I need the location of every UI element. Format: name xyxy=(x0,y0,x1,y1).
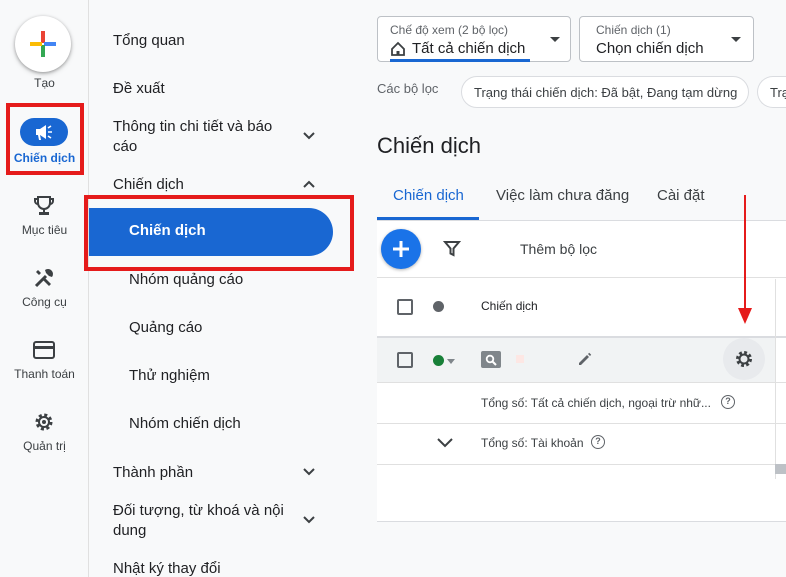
help-icon[interactable]: ? xyxy=(721,395,735,409)
scrollbar-thumb[interactable] xyxy=(775,464,786,474)
nav-recommendations[interactable]: Đề xuất xyxy=(113,79,165,99)
main-content: Chế độ xem (2 bộ lọc) Tất cả chiến dịch … xyxy=(359,0,786,577)
nav-experiments[interactable]: Thử nghiệm xyxy=(129,367,210,384)
trophy-icon xyxy=(32,194,56,218)
gear-icon xyxy=(32,410,56,434)
column-header-campaign[interactable]: Chiến dịch xyxy=(481,299,538,313)
plus-icon xyxy=(393,241,409,257)
rail-label-goals: Mục tiêu xyxy=(21,223,68,237)
rail-item-tools[interactable]: Công cụ xyxy=(0,260,89,322)
rail-label-admin: Quản trị xyxy=(23,439,66,453)
nav-change-history[interactable]: Nhật ký thay đổi xyxy=(113,559,221,577)
chevron-down-icon[interactable] xyxy=(301,464,317,480)
rail-label-billing: Thanh toán xyxy=(14,367,75,381)
plus-colored-icon xyxy=(30,31,56,57)
campaign-table: Thêm bộ lọc Chiến dịch Tổng số: Tất cả c… xyxy=(377,220,786,522)
nav-campaigns-group[interactable]: Chiến dịch xyxy=(113,175,184,195)
campaign-settings-button[interactable] xyxy=(723,338,765,380)
status-enabled-dot[interactable] xyxy=(433,355,444,366)
home-icon xyxy=(391,41,405,56)
divider xyxy=(377,277,786,278)
add-filter-link[interactable]: Thêm bộ lọc xyxy=(520,241,597,257)
filter-chip-more[interactable]: Trạ xyxy=(757,76,786,108)
left-rail: Tạo Chiến dịch Mục tiêu Công cụ Thanh to… xyxy=(0,0,89,577)
view-mode-underline xyxy=(390,59,530,62)
rail-item-admin[interactable]: Quản trị xyxy=(0,404,89,466)
row-checkbox[interactable] xyxy=(397,352,413,368)
divider xyxy=(377,382,786,383)
chevron-up-icon[interactable] xyxy=(301,176,317,192)
total-all-campaigns: Tổng số: Tất cả chiến dịch, ngoại trừ nh… xyxy=(481,396,711,410)
view-mode-value: Tất cả chiến dịch xyxy=(412,40,526,57)
filters-label: Các bộ lọc xyxy=(377,81,439,96)
dropdown-arrow-icon xyxy=(731,37,741,42)
divider xyxy=(377,423,786,424)
chevron-down-icon[interactable] xyxy=(437,437,453,449)
create-label: Tạo xyxy=(34,76,55,90)
pencil-icon[interactable] xyxy=(577,351,593,367)
chevron-down-icon[interactable] xyxy=(301,128,317,144)
status-dropdown-arrow-icon[interactable] xyxy=(447,359,455,364)
annotation-arrow-head xyxy=(738,308,752,324)
view-mode-dropdown[interactable]: Chế độ xem (2 bộ lọc) Tất cả chiến dịch xyxy=(377,16,571,62)
rail-item-billing[interactable]: Thanh toán xyxy=(0,332,89,394)
create-button[interactable] xyxy=(15,16,71,72)
add-campaign-button[interactable] xyxy=(381,229,421,269)
select-all-checkbox[interactable] xyxy=(397,299,413,315)
rail-item-goals[interactable]: Mục tiêu xyxy=(0,188,89,250)
secondary-nav: Tổng quan Đề xuất Thông tin chi tiết và … xyxy=(89,0,359,577)
campaign-select-caption: Chiến dịch (1) xyxy=(596,23,671,37)
campaign-select-dropdown[interactable]: Chiến dịch (1) Chọn chiến dịch xyxy=(579,16,754,62)
column-divider xyxy=(775,279,776,479)
campaign-name-redacted xyxy=(516,355,524,363)
tools-icon xyxy=(32,266,56,290)
filter-icon[interactable] xyxy=(443,239,461,257)
nav-assets[interactable]: Thành phần xyxy=(113,463,193,483)
dropdown-arrow-icon xyxy=(550,37,560,42)
search-campaign-type-icon xyxy=(481,351,501,368)
view-mode-caption: Chế độ xem (2 bộ lọc) xyxy=(390,23,509,37)
credit-card-icon xyxy=(32,338,56,362)
divider xyxy=(377,464,786,465)
tab-settings[interactable]: Cài đặt xyxy=(657,187,705,204)
help-icon[interactable]: ? xyxy=(591,435,605,449)
filter-chip-campaign-status[interactable]: Trạng thái chiến dịch: Đã bật, Đang tạm … xyxy=(461,76,749,108)
google-ads-window: Tạo Chiến dịch Mục tiêu Công cụ Thanh to… xyxy=(0,0,786,577)
nav-campaign-groups[interactable]: Nhóm chiến dịch xyxy=(129,415,241,432)
page-title: Chiến dịch xyxy=(377,133,481,158)
highlight-box-rail xyxy=(6,103,84,175)
status-header-dot xyxy=(433,301,444,312)
tab-unpublished[interactable]: Việc làm chưa đăng xyxy=(496,187,629,204)
tab-campaigns[interactable]: Chiến dịch xyxy=(393,187,464,204)
annotation-arrow xyxy=(744,195,746,310)
rail-label-tools: Công cụ xyxy=(22,295,67,309)
chevron-down-icon[interactable] xyxy=(301,512,317,528)
nav-insights[interactable]: Thông tin chi tiết và báo cáo xyxy=(113,117,293,157)
gear-icon xyxy=(736,351,752,367)
highlight-box-nav xyxy=(84,195,354,271)
total-account: Tổng số: Tài khoản xyxy=(481,436,584,450)
nav-ads[interactable]: Quảng cáo xyxy=(129,319,202,336)
nav-overview[interactable]: Tổng quan xyxy=(113,31,185,51)
nav-audiences[interactable]: Đối tượng, từ khoá và nội dung xyxy=(113,501,298,541)
campaign-select-value: Chọn chiến dịch xyxy=(596,40,704,57)
nav-ad-groups[interactable]: Nhóm quảng cáo xyxy=(129,271,243,288)
